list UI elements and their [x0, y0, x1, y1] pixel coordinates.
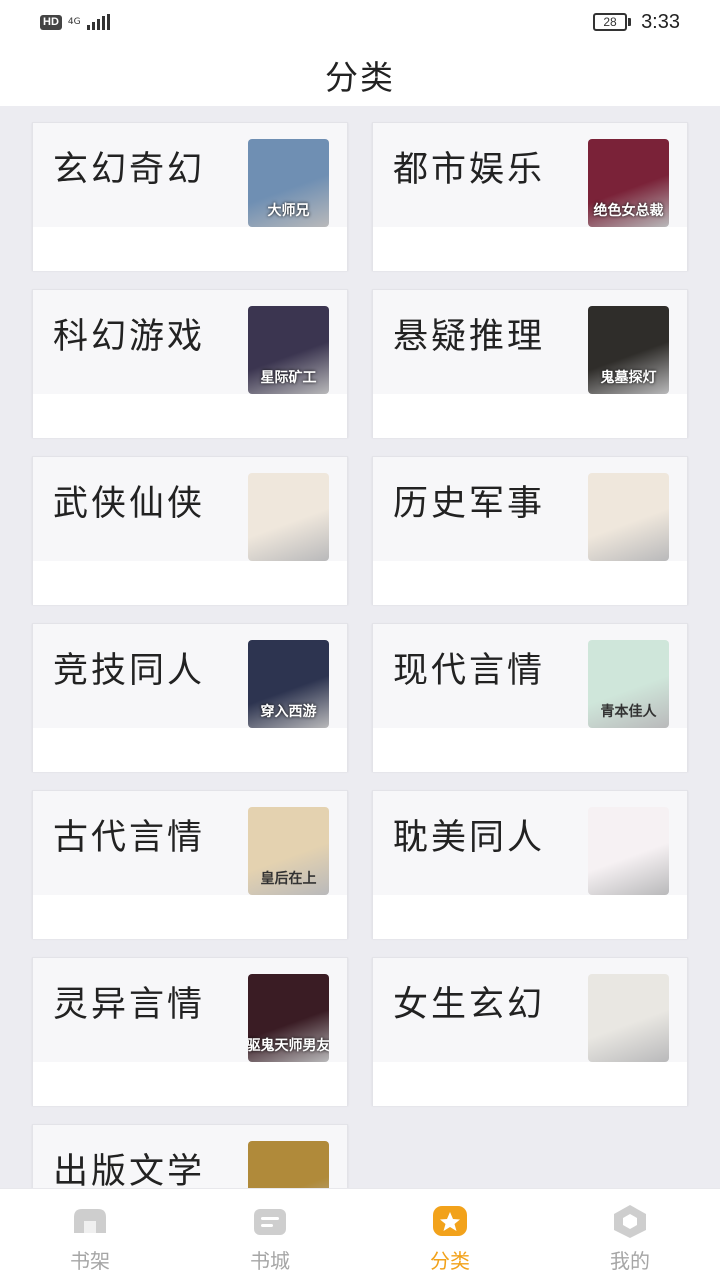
- category-card[interactable]: 女生玄幻: [372, 957, 688, 1106]
- cover-title: 大师兄: [267, 203, 310, 219]
- clock: 3:33: [641, 10, 680, 33]
- battery-icon: 28: [593, 13, 632, 31]
- category-card[interactable]: 武侠仙侠: [32, 456, 348, 605]
- bottom-tabbar: 书架 书城 分类 我的: [0, 1188, 720, 1280]
- tab-bookshelf[interactable]: 书架: [0, 1189, 180, 1280]
- cover-title: 青本佳人: [600, 704, 657, 720]
- cover-title: 绝色女总裁: [593, 203, 664, 219]
- book-cover-wuxia: [248, 473, 329, 561]
- category-label: 现代言情: [393, 651, 546, 691]
- category-card[interactable]: 现代言情青本佳人: [372, 623, 688, 772]
- cover-title: 皇后在上: [260, 871, 317, 887]
- book-cover-female-fantasy: [588, 974, 669, 1062]
- category-card[interactable]: 古代言情皇后在上: [32, 790, 348, 939]
- network-type-label: 4G: [67, 16, 81, 27]
- category-label: 都市娱乐: [393, 150, 546, 190]
- book-cover-bl: [588, 807, 669, 895]
- category-grid: 玄幻奇幻 大师兄 都市娱乐 绝色女总裁 科幻游戏 星际矿工 悬疑推理 鬼墓探灯 武侠仙侠 历史军事…: [0, 106, 720, 1188]
- book-cover-fantasy: 大师兄: [248, 139, 329, 227]
- category-card[interactable]: 悬疑推理鬼墓探灯: [372, 289, 688, 438]
- book-cover-ancient-romance: 皇后在上: [248, 807, 329, 895]
- category-label: 玄幻奇幻: [53, 150, 206, 190]
- status-bar: HD 4G 28 3:33: [0, 0, 720, 44]
- book-cover-competition: 穿入西游: [248, 640, 329, 728]
- category-card[interactable]: 历史军事: [372, 456, 688, 605]
- category-card[interactable]: 科幻游戏星际矿工: [32, 289, 348, 438]
- cover-title: 驱鬼天师男友: [248, 1038, 329, 1054]
- category-card[interactable]: 竞技同人穿入西游: [32, 623, 348, 772]
- battery-level: 28: [593, 13, 628, 31]
- book-cover-published: [248, 1141, 329, 1188]
- category-label: 竞技同人: [53, 651, 206, 691]
- category-card[interactable]: 都市娱乐绝色女总裁: [372, 122, 688, 271]
- category-label: 女生玄幻: [393, 985, 546, 1025]
- tab-category-star[interactable]: 分类: [360, 1189, 540, 1280]
- book-cover-scifi: 星际矿工: [248, 306, 329, 394]
- tab-label: 书城: [250, 1249, 290, 1273]
- book-cover-modern-romance: 青本佳人: [588, 640, 669, 728]
- tab-label: 书架: [70, 1249, 110, 1273]
- category-label: 耽美同人: [393, 818, 546, 858]
- book-cover-history: [588, 473, 669, 561]
- tab-profile-hexagon[interactable]: 我的: [540, 1189, 720, 1280]
- book-cover-mystery: 鬼墓探灯: [588, 306, 669, 394]
- tab-bookstore[interactable]: 书城: [180, 1189, 360, 1280]
- book-cover-supernatural: 驱鬼天师男友: [248, 974, 329, 1062]
- header: 分类: [0, 44, 720, 106]
- category-label: 历史军事: [393, 484, 546, 524]
- category-label: 灵异言情: [53, 985, 206, 1025]
- cover-title: 穿入西游: [260, 704, 317, 720]
- bookshelf-icon: [70, 1203, 110, 1239]
- status-left: HD 4G: [40, 14, 110, 30]
- page-title: 分类: [325, 58, 395, 97]
- category-label: 悬疑推理: [393, 317, 546, 357]
- network-type: 4G: [67, 16, 81, 27]
- cover-title: 鬼墓探灯: [600, 370, 657, 386]
- signal-icon: [86, 14, 110, 30]
- category-card[interactable]: 灵异言情驱鬼天师男友: [32, 957, 348, 1106]
- category-label: 古代言情: [53, 818, 206, 858]
- category-label: 出版文学: [53, 1152, 206, 1188]
- book-cover-urban: 绝色女总裁: [588, 139, 669, 227]
- category-card[interactable]: 耽美同人: [372, 790, 688, 939]
- category-card[interactable]: 玄幻奇幻大师兄: [32, 122, 348, 271]
- bookstore-icon: [250, 1203, 290, 1239]
- hd-badge: HD: [40, 14, 62, 30]
- category-label: 科幻游戏: [53, 317, 206, 357]
- tab-label: 我的: [610, 1249, 650, 1273]
- status-right: 28 3:33: [593, 11, 680, 34]
- cover-title: 星际矿工: [260, 370, 317, 386]
- tab-label: 分类: [430, 1249, 470, 1273]
- profile-hexagon-icon: [610, 1203, 650, 1239]
- category-star-icon: [430, 1203, 470, 1239]
- category-label: 武侠仙侠: [53, 484, 206, 524]
- category-card[interactable]: 出版文学: [32, 1124, 348, 1188]
